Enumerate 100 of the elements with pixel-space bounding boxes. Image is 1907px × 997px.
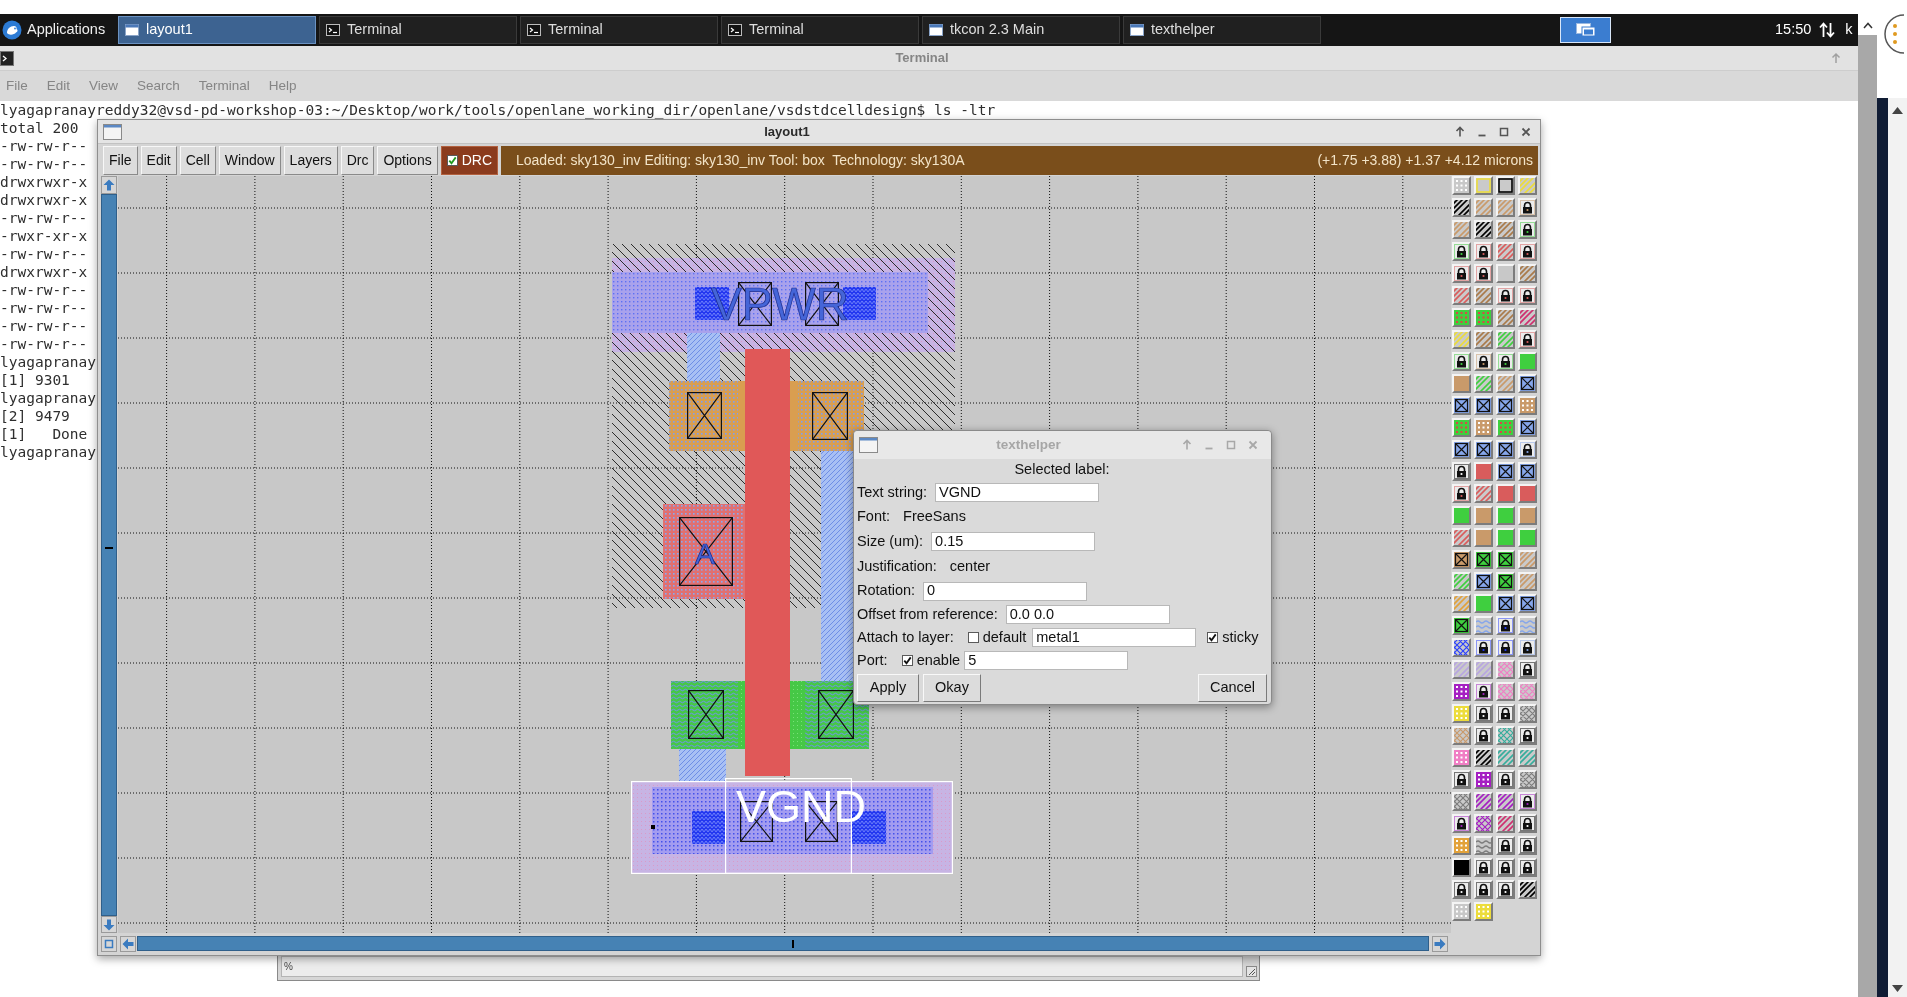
striped-swatch-icon[interactable] [1474, 330, 1493, 349]
lock-icon[interactable] [1496, 836, 1515, 855]
text-field[interactable]: 0.15 [931, 532, 1096, 551]
dialog-button[interactable]: Okay [923, 674, 981, 702]
dotted-swatch-icon[interactable] [1452, 902, 1471, 921]
dotted-swatch-icon[interactable] [1452, 682, 1471, 701]
taskbar-item[interactable]: Terminal [319, 16, 517, 44]
menu-button[interactable]: Cell [179, 146, 216, 175]
lock-icon[interactable] [1518, 330, 1537, 349]
text-field[interactable]: 0 [923, 581, 1088, 601]
striped-swatch-icon[interactable] [1496, 330, 1515, 349]
crossed-swatch-icon[interactable] [1474, 572, 1493, 591]
dotted-swatch-icon[interactable] [1452, 418, 1471, 437]
vertical-scrollbar[interactable] [101, 194, 117, 916]
lock-icon[interactable] [1474, 880, 1493, 899]
lock-icon[interactable] [1496, 770, 1515, 789]
lock-icon[interactable] [1518, 836, 1537, 855]
striped-swatch-icon[interactable] [1496, 374, 1515, 393]
dotted-swatch-icon[interactable] [1452, 308, 1471, 327]
solid-swatch-icon[interactable] [1452, 374, 1471, 393]
lock-icon[interactable] [1452, 462, 1471, 481]
lock-icon[interactable] [1496, 858, 1515, 877]
striped-swatch-icon[interactable] [1518, 264, 1537, 283]
crosshatch-swatch-icon[interactable] [1452, 792, 1471, 811]
striped-swatch-icon[interactable] [1518, 880, 1537, 899]
crosshatch-swatch-icon[interactable] [1474, 814, 1493, 833]
dotted-swatch-icon[interactable] [1452, 748, 1471, 767]
striped-swatch-icon[interactable] [1518, 308, 1537, 327]
crosshatch-swatch-icon[interactable] [1496, 660, 1515, 679]
menu-button[interactable]: Options [377, 146, 438, 175]
lock-icon[interactable] [1518, 198, 1537, 217]
solid-swatch-icon[interactable] [1518, 528, 1537, 547]
solid-swatch-icon[interactable] [1474, 506, 1493, 525]
lock-icon[interactable] [1518, 814, 1537, 833]
dotted-swatch-icon[interactable] [1474, 308, 1493, 327]
menu-button[interactable]: Window [218, 146, 281, 175]
striped-swatch-icon[interactable] [1452, 198, 1471, 217]
crossed-swatch-icon[interactable] [1474, 440, 1493, 459]
lock-icon[interactable] [1518, 286, 1537, 305]
solid-swatch-icon[interactable] [1452, 506, 1471, 525]
lock-icon[interactable] [1496, 638, 1515, 657]
scroll-down-button[interactable] [101, 916, 117, 933]
lock-icon[interactable] [1474, 726, 1493, 745]
lock-icon[interactable] [1474, 242, 1493, 261]
striped-swatch-icon[interactable] [1496, 814, 1515, 833]
crossed-swatch-icon[interactable] [1474, 550, 1493, 569]
crossed-swatch-icon[interactable] [1474, 396, 1493, 415]
striped-swatch-icon[interactable] [1518, 176, 1537, 195]
checkbox[interactable] [1207, 632, 1219, 643]
taskbar-item[interactable]: texthelper [1123, 16, 1321, 44]
solid-swatch-icon[interactable] [1474, 528, 1493, 547]
crossed-swatch-icon[interactable] [1518, 462, 1537, 481]
menu-button[interactable]: File [103, 146, 138, 175]
striped-swatch-icon[interactable] [1474, 660, 1493, 679]
lock-icon[interactable] [1452, 770, 1471, 789]
lock-icon[interactable] [1452, 880, 1471, 899]
scroll-left-button[interactable] [120, 935, 136, 952]
crosshatch-swatch-icon[interactable] [1518, 682, 1537, 701]
taskbar-item[interactable]: layout1 [118, 16, 316, 44]
square-icon[interactable] [101, 935, 117, 952]
lock-icon[interactable] [1518, 440, 1537, 459]
striped-swatch-icon[interactable] [1452, 220, 1471, 239]
striped-swatch-icon[interactable] [1474, 748, 1493, 767]
drc-toggle[interactable]: DRC [440, 146, 498, 175]
taskbar-item[interactable]: tkcon 2.3 Main [922, 16, 1120, 44]
lock-icon[interactable] [1518, 660, 1537, 679]
solid-swatch-icon[interactable] [1496, 484, 1515, 503]
dotted-swatch-icon[interactable] [1496, 418, 1515, 437]
down-triangle-icon[interactable] [1892, 985, 1903, 992]
lock-icon[interactable] [1452, 484, 1471, 503]
lock-icon[interactable] [1452, 264, 1471, 283]
crossed-swatch-icon[interactable] [1452, 550, 1471, 569]
crossed-swatch-icon[interactable] [1496, 440, 1515, 459]
lock-icon[interactable] [1496, 880, 1515, 899]
wavy-swatch-icon[interactable] [1518, 616, 1537, 635]
crossed-swatch-icon[interactable] [1452, 396, 1471, 415]
taskbar-item[interactable]: Terminal [721, 16, 919, 44]
dotted-swatch-icon[interactable] [1474, 770, 1493, 789]
crosshatch-swatch-icon[interactable] [1518, 770, 1537, 789]
crossed-swatch-icon[interactable] [1496, 572, 1515, 591]
lock-icon[interactable] [1474, 704, 1493, 723]
lock-icon[interactable] [1518, 220, 1537, 239]
lock-icon[interactable] [1518, 858, 1537, 877]
menu-button[interactable]: Drc [340, 146, 375, 175]
menu-button[interactable]: Layers [283, 146, 338, 175]
lock-icon[interactable] [1474, 858, 1493, 877]
text-field[interactable]: 5 [964, 651, 1129, 670]
striped-swatch-icon[interactable] [1474, 220, 1493, 239]
lock-icon[interactable] [1496, 352, 1515, 371]
outline-swatch-icon[interactable] [1496, 176, 1515, 195]
lock-icon[interactable] [1474, 638, 1493, 657]
text-field[interactable]: 0.0 0.0 [1005, 605, 1170, 624]
lock-icon[interactable] [1518, 726, 1537, 745]
solid-swatch-icon[interactable] [1474, 462, 1493, 481]
wavy-swatch-icon[interactable] [1474, 616, 1493, 635]
lock-icon[interactable] [1452, 242, 1471, 261]
crosshatch-swatch-icon[interactable] [1518, 704, 1537, 723]
striped-swatch-icon[interactable] [1452, 572, 1471, 591]
striped-swatch-icon[interactable] [1474, 484, 1493, 503]
dotted-swatch-icon[interactable] [1518, 396, 1537, 415]
